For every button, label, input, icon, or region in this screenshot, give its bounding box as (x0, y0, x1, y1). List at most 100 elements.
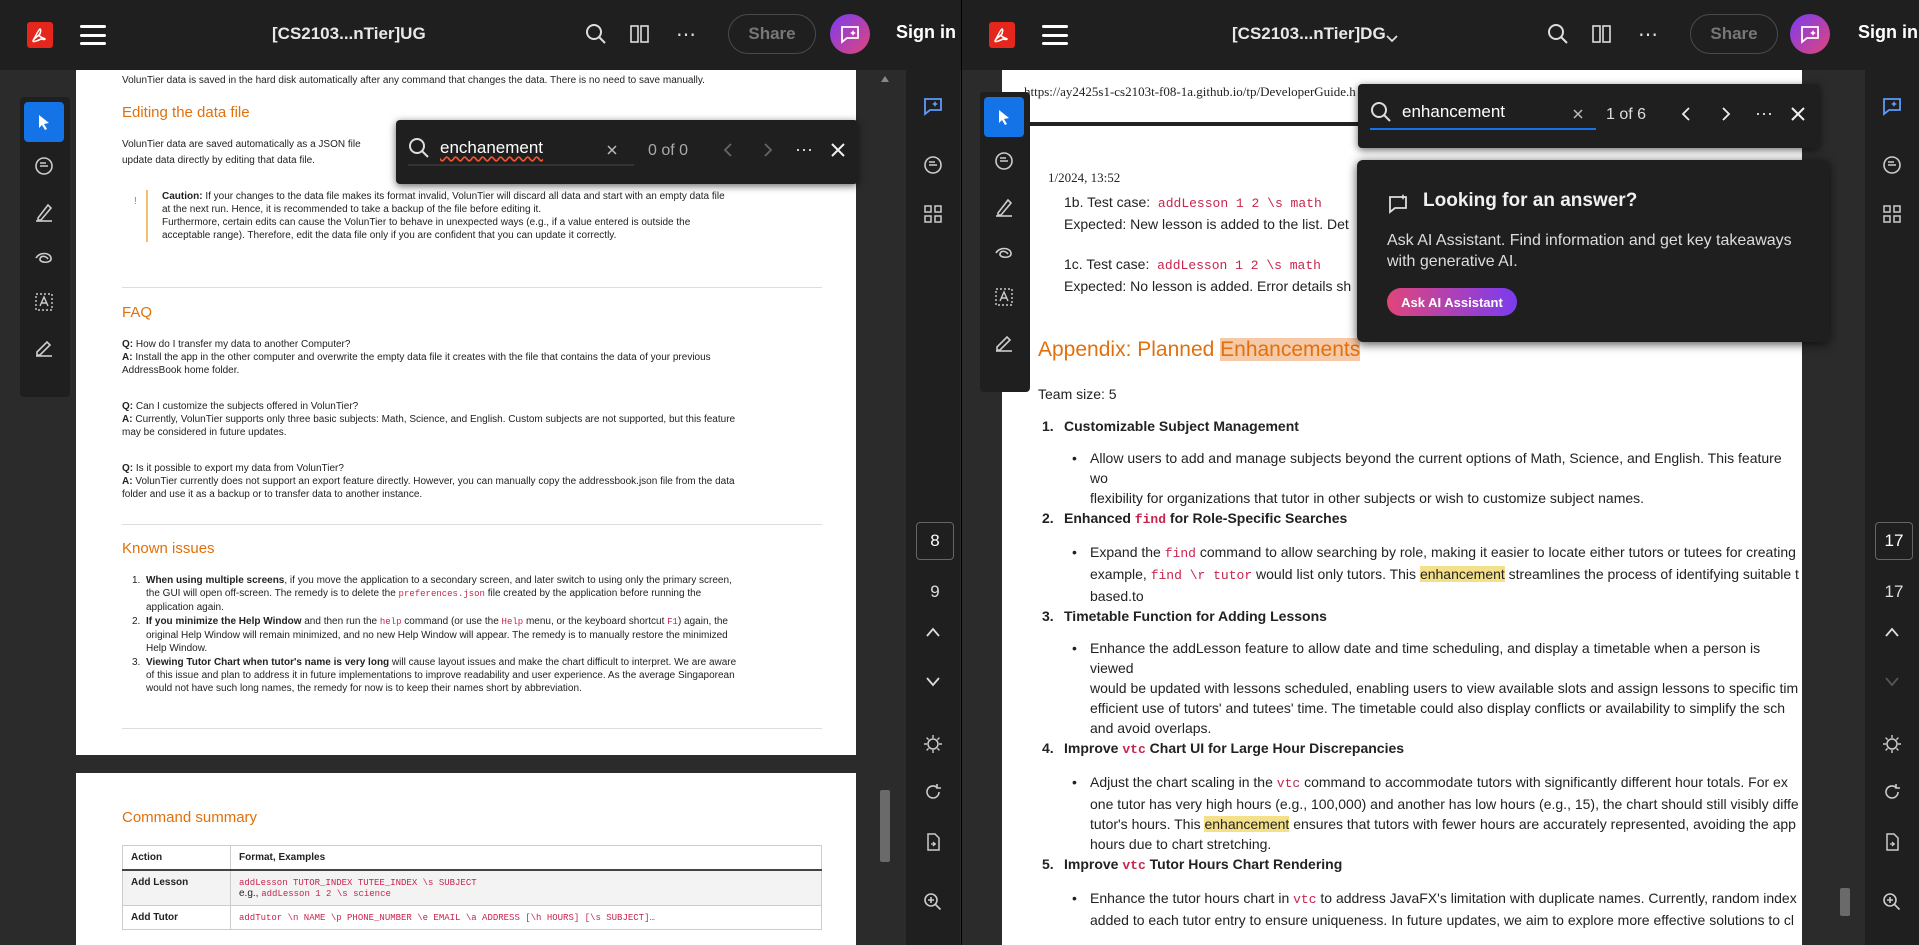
share-button[interactable]: Share (728, 14, 816, 54)
caution-text-1: If your changes to the data file makes i… (202, 191, 725, 202)
current-page-box[interactable]: 17 (1875, 522, 1913, 560)
pdf-page: Command summary Action Format, Examples … (76, 773, 856, 945)
list-item-title: 5. Improve vtc Tutor Hours Chart Renderin… (1042, 856, 1343, 873)
share-button[interactable]: Share (1690, 14, 1778, 54)
ai-assistant-panel-icon[interactable] (1878, 92, 1906, 120)
scrollbar-thumb[interactable] (880, 790, 890, 862)
faq-question: How do I transfer my data to another Com… (133, 339, 351, 350)
scrollbar-thumb[interactable] (1840, 888, 1850, 916)
ai-assistant-icon[interactable] (830, 14, 870, 54)
page-export-icon[interactable] (919, 828, 947, 856)
text-box-icon[interactable] (24, 282, 64, 322)
top-toolbar: [CS2103...nTier]DG ⋯ Share Sign in (962, 0, 1919, 70)
sign-in-link[interactable]: Sign in (896, 22, 956, 43)
highlight-pen-icon[interactable] (24, 192, 64, 232)
close-find-icon[interactable] (1786, 102, 1810, 126)
list-item-title: 3. Timetable Function for Adding Lessons (1042, 608, 1327, 624)
close-find-icon[interactable] (826, 138, 850, 162)
menu-hamburger-icon[interactable] (1042, 25, 1068, 45)
chevron-down-icon[interactable] (1386, 30, 1398, 48)
scroll-up-icon[interactable] (881, 76, 889, 82)
clear-search-icon[interactable] (1566, 102, 1590, 126)
page-export-icon[interactable] (1878, 828, 1906, 856)
search-icon[interactable] (1544, 20, 1572, 48)
editing-text-1: VolunTier data are saved automatically a… (122, 139, 361, 150)
rotate-icon[interactable] (1878, 778, 1906, 806)
vertical-scrollbar[interactable] (878, 70, 892, 945)
menu-hamburger-icon[interactable] (80, 25, 106, 45)
clear-search-icon[interactable] (600, 138, 624, 162)
draw-freehand-icon[interactable] (984, 232, 1024, 272)
next-page-icon[interactable] (1878, 668, 1906, 696)
thumbnails-grid-icon[interactable] (1878, 200, 1906, 228)
zoom-in-icon[interactable] (1878, 888, 1906, 916)
dark-mode-icon[interactable] (919, 730, 947, 758)
comment-icon[interactable] (984, 142, 1024, 182)
page-number: 17 (1884, 582, 1904, 601)
table-row: Add Lesson addLesson TUTOR_INDEX TUTEE_I… (122, 869, 822, 906)
a-label: A: (122, 352, 133, 363)
faq-answer: Currently, VolunTier supports only three… (132, 414, 736, 425)
previous-match-icon[interactable] (716, 138, 740, 162)
draw-freehand-icon[interactable] (24, 237, 64, 277)
highlight-pen-icon[interactable] (984, 187, 1024, 227)
previous-match-icon[interactable] (1674, 102, 1698, 126)
previous-page-icon[interactable] (919, 618, 947, 646)
current-page-box[interactable]: 8 (916, 522, 954, 560)
rotate-icon[interactable] (919, 778, 947, 806)
next-match-icon[interactable] (756, 138, 780, 162)
sign-in-link[interactable]: Sign in (1858, 22, 1918, 43)
dark-mode-icon[interactable] (1878, 730, 1906, 758)
search-icon[interactable] (582, 20, 610, 48)
sign-icon[interactable] (984, 322, 1024, 362)
organize-pages-icon[interactable] (626, 20, 654, 48)
known-issues-heading: Known issues (122, 540, 215, 557)
find-options-icon[interactable]: ⋯ (792, 138, 816, 162)
acrobat-logo-icon[interactable] (988, 21, 1016, 49)
right-sidebar: 8 9 (906, 70, 960, 945)
comments-panel-icon[interactable] (1878, 152, 1906, 180)
organize-pages-icon[interactable] (1588, 20, 1616, 48)
more-options-icon[interactable]: ⋯ (672, 20, 700, 48)
select-cursor-icon[interactable] (984, 97, 1024, 137)
previous-page-icon[interactable] (1878, 618, 1906, 646)
test-case-1c: 1c. Test case: addLesson 1 2 \s math Exp… (1064, 256, 1352, 294)
faq-answer-cont: may be considered in future updates. (122, 427, 287, 438)
comments-panel-icon[interactable] (919, 152, 947, 180)
caution-text-3: Furthermore, certain edits can cause the… (162, 217, 691, 228)
comment-icon[interactable] (24, 147, 64, 187)
zoom-in-icon[interactable] (919, 888, 947, 916)
find-query: enchanement (440, 138, 544, 157)
find-options-icon[interactable]: ⋯ (1752, 102, 1776, 126)
autosave-text: VolunTier data is saved in the hard disk… (122, 75, 705, 86)
faq-answer: VolunTier currently does not support an … (132, 476, 735, 487)
left-viewer-pane: [CS2103...nTier]UG ⋯ Share Sign in Volun… (0, 0, 961, 945)
next-match-icon[interactable] (1714, 102, 1738, 126)
editing-text-2: update data directly by editing that dat… (122, 155, 315, 166)
document-view[interactable]: https://ay2425s1-cs2103t-f08-1a.github.i… (962, 70, 1919, 945)
find-input[interactable]: enhancement (1370, 96, 1596, 130)
q-label: Q: (122, 463, 134, 474)
find-bar: enchanement 0 of 0 ⋯ (396, 120, 858, 184)
ai-assistant-panel-icon[interactable] (919, 92, 947, 120)
ask-ai-assistant-button[interactable]: Ask AI Assistant (1387, 288, 1517, 316)
a-label: A: (122, 414, 133, 425)
faq-question: Can I customize the subjects offered in … (133, 401, 359, 412)
acrobat-logo-icon[interactable] (26, 21, 54, 49)
annotation-toolbar (20, 97, 70, 397)
document-view[interactable]: VolunTier data is saved in the hard disk… (0, 70, 961, 945)
text-box-icon[interactable] (984, 277, 1024, 317)
caution-text-2: at the next run. Hence, it is recommende… (162, 204, 542, 215)
ai-assistant-icon[interactable] (1790, 14, 1830, 54)
sign-icon[interactable] (24, 327, 64, 367)
next-page-icon[interactable] (919, 668, 947, 696)
command-summary-table: Action Format, Examples Add Lesson addLe… (122, 845, 822, 930)
document-title[interactable]: [CS2103...nTier]DG (1232, 24, 1386, 44)
more-options-icon[interactable]: ⋯ (1634, 20, 1662, 48)
search-match: enhancement (1419, 566, 1505, 582)
vertical-scrollbar[interactable] (1838, 70, 1852, 945)
list-item: 1. When using multiple screens, if you m… (132, 575, 732, 613)
document-title[interactable]: [CS2103...nTier]UG (272, 24, 426, 44)
select-cursor-icon[interactable] (24, 102, 64, 142)
thumbnails-grid-icon[interactable] (919, 200, 947, 228)
